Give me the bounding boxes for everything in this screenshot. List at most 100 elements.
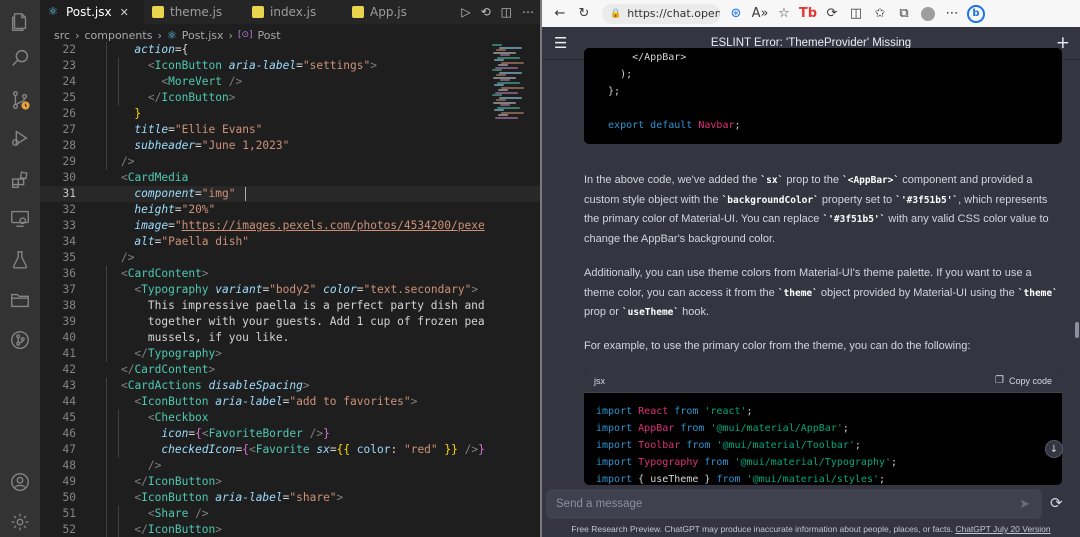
code-text: </Typography>: [94, 346, 222, 362]
explorer-icon[interactable]: [0, 4, 40, 40]
code-line[interactable]: 34 alt="Paella dish": [40, 234, 540, 250]
code-token: >: [215, 523, 223, 536]
split-screen-icon[interactable]: ◫: [844, 2, 868, 26]
favorites-bar-icon[interactable]: ✩: [868, 2, 892, 26]
breadcrumb-file[interactable]: Post.jsx: [182, 29, 224, 42]
code-token: <: [120, 171, 128, 184]
code-line[interactable]: 23 <IconButton aria-label="settings">: [40, 58, 540, 74]
code-line[interactable]: 44 <IconButton aria-label="add to favori…: [40, 394, 540, 410]
source-control-icon[interactable]: [0, 82, 40, 118]
code-token: "img": [201, 187, 236, 200]
regenerate-icon[interactable]: ⟳: [1050, 494, 1063, 512]
code-line[interactable]: 24 <MoreVert />: [40, 74, 540, 90]
paragraph-theme-colors: Additionally, you can use theme colors f…: [584, 264, 1064, 323]
more-menu-icon[interactable]: ⋯: [940, 2, 964, 26]
timeline-icon[interactable]: ⟲: [481, 5, 491, 19]
code-token: icon: [161, 427, 189, 440]
code-token: ;: [746, 406, 753, 417]
breadcrumb-components[interactable]: components: [84, 29, 152, 42]
code-token: React: [638, 406, 675, 417]
send-icon[interactable]: ➤: [1019, 496, 1030, 512]
message-input[interactable]: Send a message ➤: [546, 489, 1042, 519]
code-line[interactable]: 51 <Share />: [40, 506, 540, 522]
code-line[interactable]: 22 action={: [40, 42, 540, 58]
refresh-icon[interactable]: ↻: [572, 2, 596, 26]
tracking-icon[interactable]: ⊛: [724, 2, 748, 26]
code-text: <Share />: [94, 506, 209, 522]
close-icon[interactable]: ✕: [120, 6, 129, 19]
code-line[interactable]: 45 <Checkbox: [40, 410, 540, 426]
code-token: IconButton: [141, 491, 209, 504]
more-actions-icon[interactable]: ⋯: [522, 5, 534, 19]
code-line[interactable]: 42 </CardContent>: [40, 362, 540, 378]
code-line[interactable]: 48 />: [40, 458, 540, 474]
inline-code: `theme`: [777, 287, 818, 299]
run-icon[interactable]: ▷: [461, 5, 470, 19]
line-number: 51: [62, 507, 76, 520]
code-line[interactable]: 38 This impressive paella is a perfect p…: [40, 298, 540, 314]
code-line[interactable]: 41 </Typography>: [40, 346, 540, 362]
account-icon[interactable]: [0, 464, 40, 500]
scrollbar-thumb[interactable]: [1075, 322, 1079, 338]
code-line[interactable]: 40 mussels, if you like.: [40, 330, 540, 346]
minimap-line: [496, 74, 506, 76]
breadcrumb-symbol[interactable]: Post: [258, 29, 281, 42]
code-editor[interactable]: 22 action={23 <IconButton aria-label="se…: [40, 42, 540, 537]
code-line[interactable]: 52 </IconButton>: [40, 522, 540, 537]
code-line[interactable]: 49 </IconButton>: [40, 474, 540, 490]
gear-icon[interactable]: [0, 504, 40, 537]
code-line[interactable]: 26 }: [40, 106, 540, 122]
extensions-puzzle-icon[interactable]: ⟳: [820, 2, 844, 26]
scroll-down-button[interactable]: ↓: [1045, 440, 1063, 458]
breadcrumb-src[interactable]: src: [54, 29, 70, 42]
code-line[interactable]: 29 />: [40, 154, 540, 170]
code-token: aria-label: [228, 59, 297, 72]
code-line[interactable]: 25 </IconButton>: [40, 90, 540, 106]
favorite-star-icon[interactable]: ☆: [772, 2, 796, 26]
read-aloud-icon[interactable]: A»: [748, 2, 772, 26]
editor-tab[interactable]: index.js: [244, 0, 344, 24]
minimap[interactable]: [492, 44, 536, 124]
bing-chat-icon[interactable]: b: [964, 2, 988, 26]
editor-tab[interactable]: ⚛ Post.jsx ✕: [40, 0, 144, 24]
code-line[interactable]: 30 <CardMedia: [40, 170, 540, 186]
paragraph-text: hook.: [679, 306, 710, 318]
split-editor-icon[interactable]: ◫: [501, 5, 512, 19]
paragraph-text: prop to the: [783, 174, 843, 186]
code-token: component: [134, 187, 196, 200]
run-debug-icon[interactable]: [0, 120, 40, 156]
search-icon[interactable]: [0, 40, 40, 76]
code-line[interactable]: 31 component="img": [40, 186, 540, 202]
code-line[interactable]: 35 />: [40, 250, 540, 266]
remote-explorer-icon[interactable]: [0, 200, 40, 236]
code-line[interactable]: 33 image="https://images.pexels.com/phot…: [40, 218, 540, 234]
testing-icon[interactable]: [0, 242, 40, 278]
code-line[interactable]: 28 subheader="June 1,2023": [40, 138, 540, 154]
code-line[interactable]: 32 height="20%": [40, 202, 540, 218]
code-line[interactable]: 39 together with your guests. Add 1 cup …: [40, 314, 540, 330]
code-token: height: [134, 203, 175, 216]
copy-code-button[interactable]: ❐ Copy code: [995, 375, 1052, 386]
code-line[interactable]: 27 title="Ellie Evans": [40, 122, 540, 138]
code-line[interactable]: 43 <CardActions disableSpacing>: [40, 378, 540, 394]
address-bar[interactable]: 🔒 https://chat.open...: [602, 3, 720, 24]
editor-tab[interactable]: App.js: [344, 0, 444, 24]
editor-tab[interactable]: theme.js: [144, 0, 244, 24]
code-line[interactable]: 50 <IconButton aria-label="share">: [40, 490, 540, 506]
code-line[interactable]: 46 icon={<FavoriteBorder />}: [40, 426, 540, 442]
git-graph-icon[interactable]: [0, 322, 40, 358]
collections-icon[interactable]: ⧉: [892, 2, 916, 26]
paragraph-text: For example, to use the primary color fr…: [584, 340, 971, 352]
extension-red-icon[interactable]: Tb: [796, 2, 820, 26]
page-scrollbar[interactable]: [1074, 60, 1080, 485]
code-line[interactable]: 36 <CardContent>: [40, 266, 540, 282]
extensions-icon[interactable]: [0, 162, 40, 198]
code-line[interactable]: 37 <Typography variant="body2" color="te…: [40, 282, 540, 298]
back-icon[interactable]: ←: [548, 2, 572, 26]
profile-avatar[interactable]: [916, 2, 940, 26]
version-link[interactable]: ChatGPT July 20 Version: [955, 524, 1050, 534]
folder-icon[interactable]: [0, 282, 40, 318]
code-line[interactable]: 47 checkedIcon={<Favorite sx={{ color: "…: [40, 442, 540, 458]
